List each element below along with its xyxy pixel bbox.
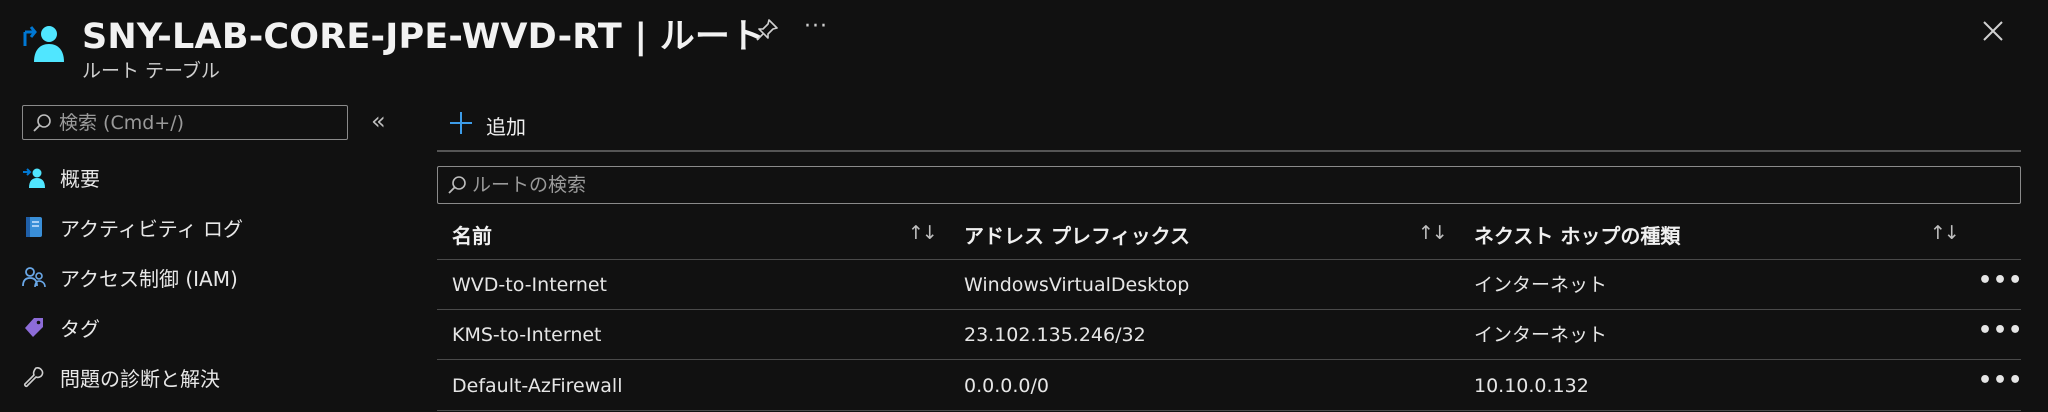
sidebar-item-tags[interactable]: タグ — [20, 307, 380, 347]
sidebar-item-activity-log[interactable]: アクティビティ ログ — [20, 207, 380, 247]
overview-icon — [23, 168, 45, 188]
sort-icon[interactable]: ↑↓ — [1418, 222, 1448, 244]
row-divider — [437, 359, 2021, 360]
pin-icon[interactable] — [754, 17, 780, 43]
next-hop-type: 10.10.0.132 — [1474, 375, 1589, 397]
access-control-icon — [22, 267, 46, 288]
wrench-icon — [23, 367, 44, 388]
address-prefix: 23.102.135.246/32 — [964, 324, 1146, 346]
more-options-icon[interactable]: ··· — [804, 14, 828, 39]
collapse-sidebar-button[interactable]: « — [371, 107, 386, 135]
row-divider — [437, 410, 2021, 411]
sidebar-item-access-control[interactable]: アクセス制御 (IAM) — [20, 257, 380, 297]
sidebar-search-box[interactable] — [22, 105, 348, 140]
sidebar-item-label: アクセス制御 (IAM) — [60, 267, 238, 291]
column-header-name[interactable]: 名前 — [452, 220, 492, 249]
activity-log-icon — [26, 217, 42, 237]
sidebar-item-overview[interactable]: 概要 — [20, 157, 380, 197]
blade-header: SNY-LAB-CORE-JPE-WVD-RT | ルート ルート テーブル ·… — [0, 0, 2048, 90]
sidebar-item-label: 概要 — [60, 167, 100, 191]
sort-icon[interactable]: ↑↓ — [1930, 222, 1960, 244]
row-more-icon[interactable]: ••• — [1978, 368, 2023, 393]
sidebar-item-label: アクティビティ ログ — [60, 217, 243, 241]
column-header-address-prefix[interactable]: アドレス プレフィックス — [964, 220, 1190, 249]
route-search-box[interactable] — [437, 166, 2021, 204]
sort-icon[interactable]: ↑↓ — [908, 222, 938, 244]
route-table-icon — [23, 26, 64, 62]
route-name[interactable]: KMS-to-Internet — [452, 324, 602, 346]
sidebar-search-input[interactable] — [59, 106, 339, 139]
page-subtitle: ルート テーブル — [82, 60, 220, 82]
toolbar-divider — [437, 150, 2021, 152]
address-prefix: 0.0.0.0/0 — [964, 375, 1049, 397]
route-search-input[interactable] — [472, 167, 1972, 203]
sidebar-item-label: タグ — [60, 317, 100, 341]
page-title: SNY-LAB-CORE-JPE-WVD-RT | ルート — [82, 17, 766, 57]
next-hop-type: インターネット — [1474, 274, 1608, 296]
address-prefix: WindowsVirtualDesktop — [964, 274, 1190, 296]
add-route-button[interactable]: 追加 — [446, 104, 586, 144]
route-name[interactable]: Default-AzFirewall — [452, 375, 622, 397]
search-icon — [33, 114, 51, 132]
close-icon[interactable] — [1980, 18, 2006, 44]
header-divider — [437, 259, 2021, 260]
search-icon — [448, 176, 466, 194]
sidebar-item-label: 問題の診断と解決 — [60, 367, 220, 391]
row-more-icon[interactable]: ••• — [1978, 318, 2023, 343]
row-more-icon[interactable]: ••• — [1978, 268, 2023, 293]
add-button-label: 追加 — [486, 115, 526, 139]
next-hop-type: インターネット — [1474, 324, 1608, 346]
row-divider — [437, 309, 2021, 310]
sidebar-item-diagnose[interactable]: 問題の診断と解決 — [20, 357, 380, 397]
route-name[interactable]: WVD-to-Internet — [452, 274, 607, 296]
column-header-next-hop-type[interactable]: ネクスト ホップの種類 — [1474, 220, 1680, 249]
plus-icon — [450, 112, 472, 134]
tag-icon — [25, 318, 43, 337]
